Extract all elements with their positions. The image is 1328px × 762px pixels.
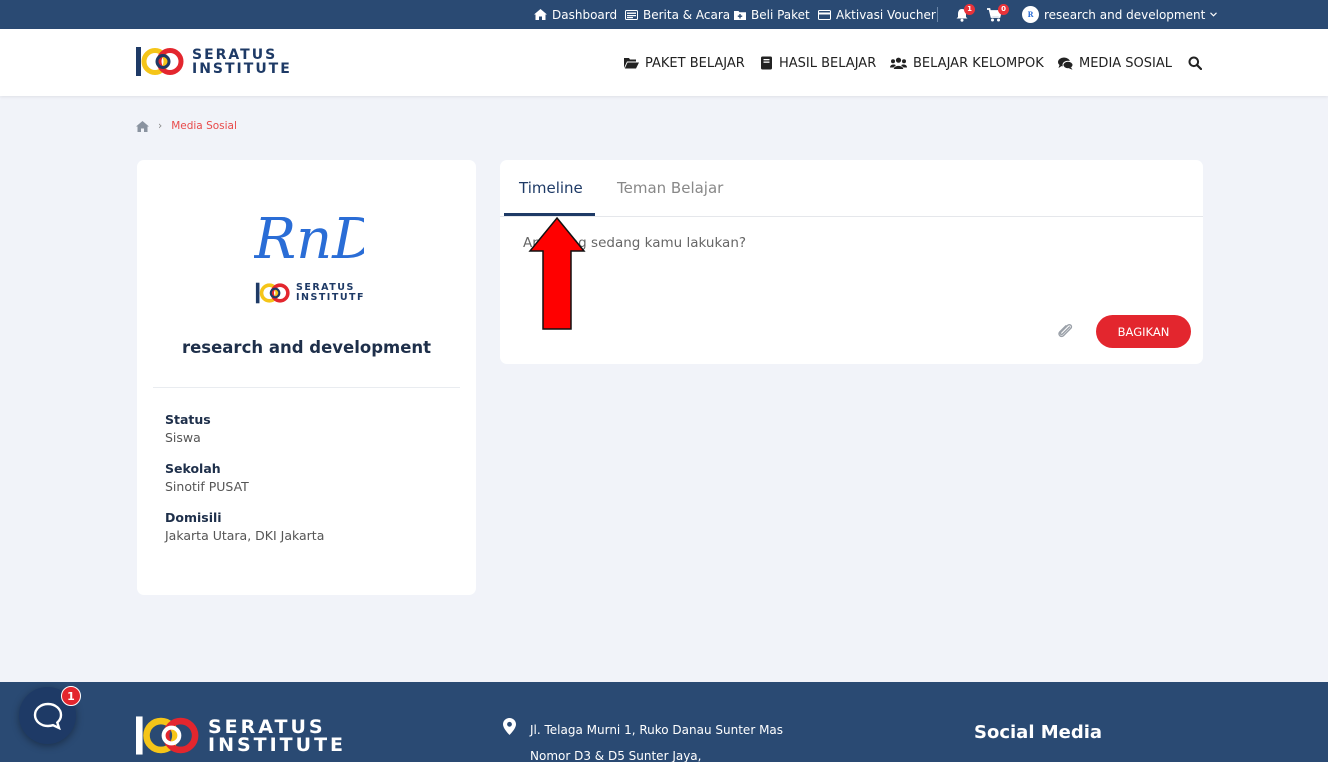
news-label: Berita & Acara xyxy=(643,7,731,22)
nav-label: HASIL BELAJAR xyxy=(779,55,877,71)
domicile-value: Jakarta Utara, DKI Jakarta xyxy=(165,528,325,543)
domicile-label: Domisili xyxy=(165,510,222,525)
user-menu[interactable]: R research and development xyxy=(1022,0,1218,29)
buy-package-link[interactable]: Beli Paket xyxy=(734,0,810,29)
status-input[interactable] xyxy=(523,232,1173,254)
seratus-logo[interactable]: SERATUS INSTITUTE xyxy=(136,46,292,77)
search-button[interactable] xyxy=(1188,54,1202,72)
folder-plus-icon xyxy=(734,10,746,20)
comments-icon xyxy=(1058,57,1073,70)
search-icon xyxy=(1188,56,1202,70)
profile-divider xyxy=(153,387,460,388)
rnd-logo: RnD xyxy=(254,207,364,264)
status-value: Siswa xyxy=(165,430,201,445)
folder-open-icon xyxy=(624,58,639,69)
voucher-link[interactable]: Aktivasi Voucher xyxy=(818,0,936,29)
tab-teman-belajar[interactable]: Teman Belajar xyxy=(617,179,723,197)
voucher-label: Aktivasi Voucher xyxy=(836,7,936,22)
breadcrumb: › Media Sosial xyxy=(136,120,237,132)
school-value: Sinotif PUSAT xyxy=(165,479,249,494)
nav-label: PAKET BELAJAR xyxy=(645,55,745,71)
nav-label: BELAJAR KELOMPOK xyxy=(913,55,1044,71)
newspaper-icon xyxy=(625,9,638,20)
map-pin-icon xyxy=(503,718,516,735)
sub-logo-text: SERATUS INSTITUTF xyxy=(296,282,366,303)
chevron-down-icon xyxy=(1210,12,1218,17)
seratus-rings-icon xyxy=(255,282,290,304)
breadcrumb-separator: › xyxy=(158,120,163,132)
user-name: research and development xyxy=(1044,7,1206,22)
school-label: Sekolah xyxy=(165,461,221,476)
profile-name: research and development xyxy=(181,338,432,357)
home-icon xyxy=(534,9,547,20)
breadcrumb-current: Media Sosial xyxy=(171,120,237,132)
footer: SERATUS INSTITUTE Jl. Telaga Murni 1, Ru… xyxy=(0,682,1328,762)
notification-badge: 1 xyxy=(964,4,975,15)
book-icon xyxy=(761,56,772,70)
nav-paket-belajar[interactable]: PAKET BELAJAR xyxy=(624,54,745,72)
tab-timeline[interactable]: Timeline xyxy=(519,179,583,197)
news-link[interactable]: Berita & Acara xyxy=(625,0,730,29)
user-avatar: R xyxy=(1022,6,1039,23)
social-media-title: Social Media xyxy=(974,722,1103,743)
share-button[interactable]: BAGIKAN xyxy=(1096,315,1191,348)
nav-media-sosial[interactable]: MEDIA SOSIAL xyxy=(1058,54,1172,72)
footer-logo-text: SERATUS INSTITUTE xyxy=(208,715,347,756)
paperclip-icon[interactable] xyxy=(1055,321,1075,341)
rnd-letter-r: RnD xyxy=(254,207,364,264)
post-card: Timeline Teman Belajar BAGIKAN xyxy=(500,160,1203,364)
chat-bubble-icon xyxy=(33,702,62,730)
footer-logo[interactable]: SERATUS INSTITUTE xyxy=(136,715,346,756)
top-bar: Dashboard Berita & Acara Beli Paket Akti… xyxy=(0,0,1328,29)
rnd-sub-logo: SERATUS INSTITUTF xyxy=(255,282,365,304)
home-icon[interactable] xyxy=(136,120,149,132)
profile-card: RnD SERATUS INSTITUTF research and devel… xyxy=(137,160,476,595)
status-label: Status xyxy=(165,412,211,427)
users-icon xyxy=(890,57,907,69)
logo-text: SERATUS INSTITUTE xyxy=(192,46,292,77)
tab-divider xyxy=(500,216,1203,217)
address-line-2: Nomor D3 & D5 Sunter Jaya, xyxy=(530,749,702,762)
topbar-divider xyxy=(937,7,938,22)
nav-label: MEDIA SOSIAL xyxy=(1079,55,1173,71)
red-arrow-annotation xyxy=(528,216,586,330)
seratus-rings-icon xyxy=(136,716,199,755)
dashboard-link[interactable]: Dashboard xyxy=(534,0,617,29)
buy-package-label: Beli Paket xyxy=(751,7,810,22)
credit-card-icon xyxy=(818,9,831,20)
dashboard-label: Dashboard xyxy=(552,7,618,22)
nav-belajar-kelompok[interactable]: BELAJAR KELOMPOK xyxy=(890,54,1044,72)
nav-hasil-belajar[interactable]: HASIL BELAJAR xyxy=(760,54,876,72)
cart-badge: 0 xyxy=(998,4,1009,15)
seratus-rings-icon xyxy=(136,47,184,76)
address-line-1: Jl. Telaga Murni 1, Ruko Danau Sunter Ma… xyxy=(530,723,784,737)
chat-badge: 1 xyxy=(61,686,81,706)
